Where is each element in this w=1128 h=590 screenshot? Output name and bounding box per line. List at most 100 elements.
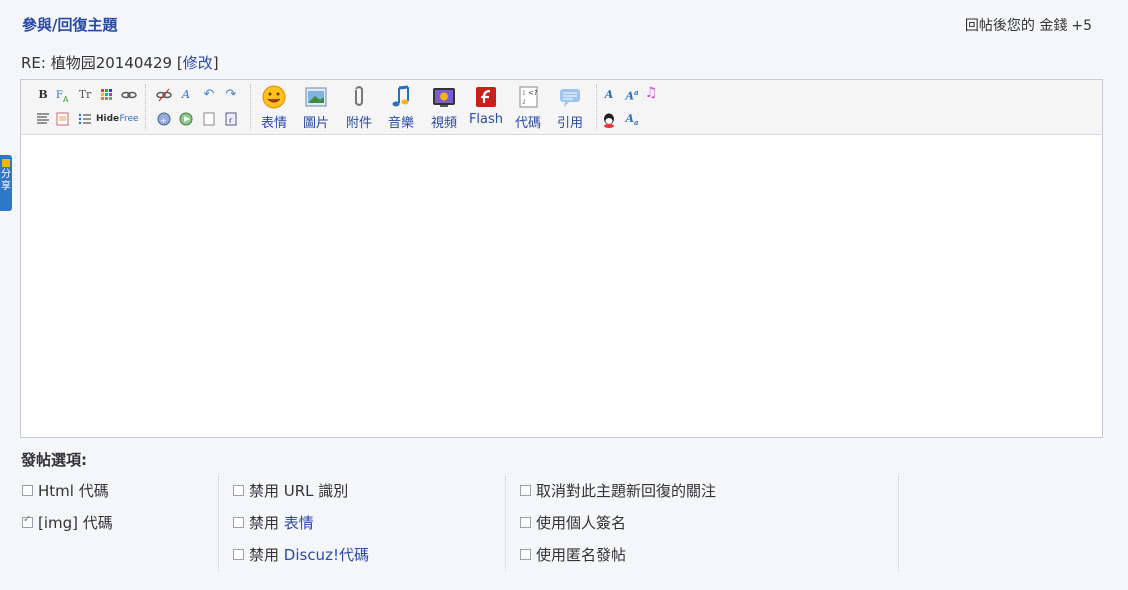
disable-smilies-label: 禁用 bbox=[249, 514, 284, 532]
use-signature-label: 使用個人簽名 bbox=[536, 514, 627, 532]
video-label: 視頻 bbox=[430, 116, 457, 131]
share-logo-icon bbox=[2, 159, 10, 167]
svg-text:1: 1 bbox=[522, 90, 526, 97]
r-icon[interactable]: r bbox=[223, 111, 239, 127]
disable-smilies-option[interactable]: 禁用 表情 bbox=[233, 512, 314, 533]
unsubscribe-option[interactable]: 取消對此主題新回復的關注 bbox=[520, 480, 716, 501]
editor: B FA Tr A ↶ ↷ Hide Free + r 表情 圖片 附件 音樂 … bbox=[20, 79, 1103, 438]
align-icon[interactable] bbox=[35, 111, 51, 127]
attachment-label: 附件 bbox=[345, 116, 372, 131]
redo-icon[interactable]: ↷ bbox=[223, 87, 239, 103]
share-tab-label-2: 享 bbox=[1, 181, 11, 192]
image-label: 圖片 bbox=[302, 116, 329, 131]
use-signature-option[interactable]: 使用個人簽名 bbox=[520, 512, 626, 533]
editor-toolbar: B FA Tr A ↶ ↷ Hide Free + r 表情 圖片 附件 音樂 … bbox=[21, 80, 1102, 135]
svg-text:F: F bbox=[56, 90, 63, 101]
undo-icon[interactable]: ↶ bbox=[201, 87, 217, 103]
paperclip-icon bbox=[355, 86, 363, 106]
toolbar-separator bbox=[250, 84, 251, 130]
anonymous-post-label: 使用匿名發帖 bbox=[536, 546, 627, 564]
image-icon bbox=[305, 87, 327, 107]
svg-text:<?: <? bbox=[528, 89, 538, 97]
toolbar-separator bbox=[596, 84, 597, 130]
music-button[interactable]: 音樂 bbox=[382, 84, 420, 132]
music-icon bbox=[392, 85, 409, 107]
img-code-label-a: [img] bbox=[38, 514, 79, 532]
video-button[interactable]: 視頻 bbox=[425, 84, 463, 132]
message-textarea[interactable] bbox=[21, 136, 1102, 437]
font-icon[interactable]: FA bbox=[55, 87, 71, 104]
font-size-icon[interactable]: Tr bbox=[77, 87, 93, 103]
svg-text:A: A bbox=[63, 95, 69, 103]
subject-line: RE: 植物园20140429 [修改] bbox=[21, 52, 219, 73]
link-icon[interactable] bbox=[121, 87, 137, 103]
font-a-icon[interactable]: A bbox=[601, 87, 617, 103]
video-icon bbox=[433, 88, 455, 107]
unlink-icon[interactable] bbox=[156, 87, 172, 103]
html-code-checkbox[interactable] bbox=[22, 485, 33, 496]
qq-icon[interactable] bbox=[601, 112, 617, 128]
img-code-option[interactable]: [img] 代碼 bbox=[22, 512, 113, 533]
discuz-code-link[interactable]: Discuz!代碼 bbox=[284, 546, 369, 564]
reply-topic-link[interactable]: 回復主題 bbox=[58, 16, 118, 34]
music-note-icon[interactable]: ♫ bbox=[643, 85, 659, 101]
anonymous-post-option[interactable]: 使用匿名發帖 bbox=[520, 544, 626, 565]
img-code-checkbox[interactable] bbox=[22, 514, 33, 528]
options-column-1: Html 代碼 [img] 代碼 bbox=[22, 476, 218, 572]
emoticon-button[interactable]: 表情 bbox=[255, 84, 293, 132]
flash-button[interactable]: Flash bbox=[465, 84, 507, 132]
use-signature-checkbox[interactable] bbox=[520, 517, 531, 528]
subject-text: RE: 植物园20140429 bbox=[21, 54, 173, 72]
disable-smilies-checkbox[interactable] bbox=[233, 517, 244, 528]
attachment-button[interactable]: 附件 bbox=[340, 84, 378, 132]
svg-text:+: + bbox=[160, 116, 167, 125]
disable-url-label: 禁用 URL 識別 bbox=[249, 482, 349, 500]
html-code-label-b: 代碼 bbox=[73, 482, 109, 500]
smilies-link[interactable]: 表情 bbox=[284, 514, 314, 532]
color-grid-icon[interactable] bbox=[99, 87, 115, 103]
page-title: 參與/回復主題 bbox=[22, 14, 118, 35]
reward-amount: +5 bbox=[1071, 18, 1092, 34]
insert-a-icon[interactable]: + bbox=[156, 111, 172, 127]
page-icon[interactable] bbox=[201, 111, 217, 127]
flash-icon bbox=[476, 87, 496, 107]
code-icon: <?1 2 bbox=[519, 86, 538, 108]
image-button[interactable]: 圖片 bbox=[297, 84, 335, 132]
subscript-icon[interactable]: Aa bbox=[624, 111, 640, 127]
unsubscribe-checkbox[interactable] bbox=[520, 485, 531, 496]
reward-label: 回帖後您的 金錢 bbox=[964, 18, 1068, 34]
music-label: 音樂 bbox=[387, 116, 414, 131]
disable-discuz-checkbox[interactable] bbox=[233, 549, 244, 560]
html-code-label-a: Html bbox=[38, 482, 74, 500]
disable-discuz-option[interactable]: 禁用 Discuz!代碼 bbox=[233, 544, 369, 565]
reward-info: 回帖後您的 金錢 +5 bbox=[965, 15, 1092, 35]
smiley-icon bbox=[262, 85, 286, 109]
post-options-title: 發帖選項: bbox=[21, 451, 87, 469]
bold-icon[interactable]: B bbox=[35, 87, 51, 103]
disable-url-option[interactable]: 禁用 URL 識別 bbox=[233, 480, 348, 501]
emoticon-label: 表情 bbox=[260, 116, 287, 131]
superscript-icon[interactable]: Aa bbox=[624, 85, 640, 103]
free-icon[interactable]: Free bbox=[119, 111, 139, 127]
quote-icon bbox=[560, 89, 580, 107]
quote-label: 引用 bbox=[556, 116, 583, 131]
remove-format-icon[interactable]: A bbox=[178, 87, 194, 103]
code-button[interactable]: <? 1 2 代碼 bbox=[509, 84, 547, 132]
html-code-option[interactable]: Html 代碼 bbox=[22, 480, 109, 501]
bracket-close: ] bbox=[212, 54, 219, 72]
disable-url-checkbox[interactable] bbox=[233, 485, 244, 496]
options-column-2: 禁用 URL 識別 禁用 表情 禁用 Discuz!代碼 bbox=[218, 476, 505, 572]
edit-subject-link[interactable]: 修改 bbox=[183, 54, 213, 72]
image-small-icon[interactable] bbox=[55, 111, 71, 127]
options-column-divider bbox=[898, 476, 899, 572]
quote-button[interactable]: 引用 bbox=[551, 84, 589, 132]
participate-link[interactable]: 參與 bbox=[22, 16, 52, 34]
hide-icon[interactable]: Hide bbox=[96, 111, 119, 127]
anonymous-post-checkbox[interactable] bbox=[520, 549, 531, 560]
insert-b-icon[interactable] bbox=[178, 111, 194, 127]
svg-text:2: 2 bbox=[522, 99, 526, 106]
list-icon[interactable] bbox=[77, 111, 93, 127]
unsubscribe-label: 取消對此主題新回復的關注 bbox=[536, 482, 717, 500]
share-tab-label-1: 分 bbox=[1, 169, 11, 180]
share-tab[interactable]: 分 享 bbox=[0, 155, 12, 211]
